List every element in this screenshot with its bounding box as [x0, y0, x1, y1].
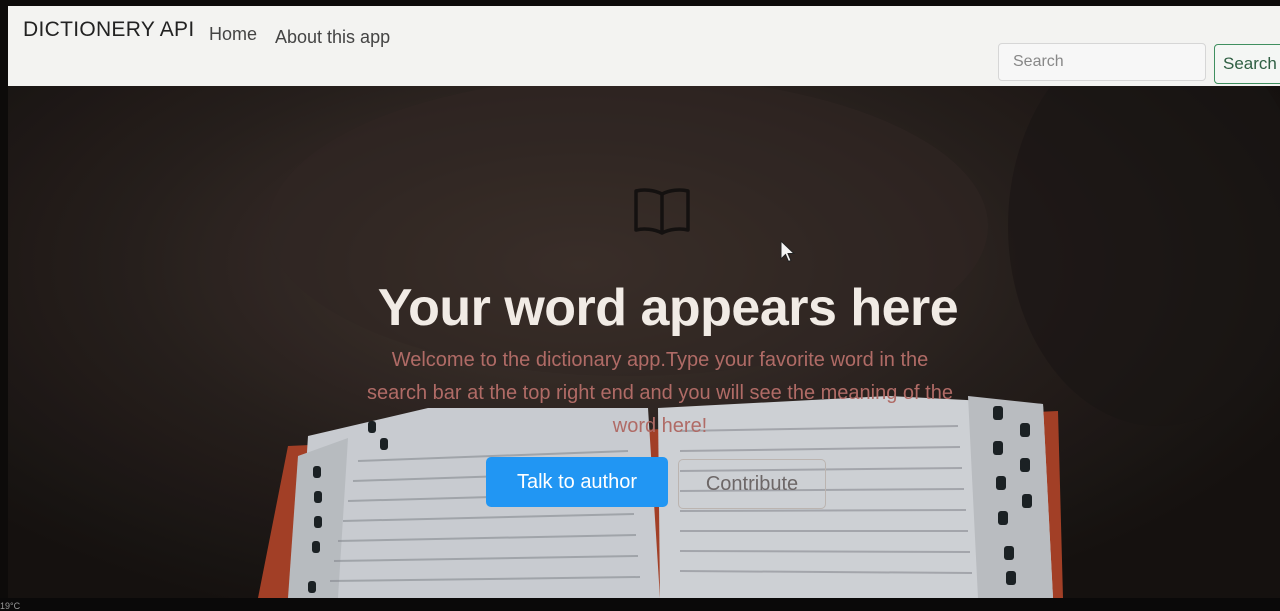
open-book-background	[8, 86, 1280, 598]
screen-bezel	[0, 598, 1280, 611]
book-open-icon	[634, 188, 690, 235]
mouse-cursor-icon	[780, 240, 796, 263]
talk-to-author-button[interactable]: Talk to author	[486, 457, 668, 507]
browser-viewport: DICTIONERY API Home About this app Searc…	[8, 6, 1280, 598]
navbar: DICTIONERY API Home About this app Searc…	[8, 6, 1280, 87]
search-button[interactable]: Search	[1214, 44, 1280, 84]
search-input[interactable]	[998, 43, 1206, 81]
brand-logo[interactable]: DICTIONERY API	[23, 18, 194, 42]
nav-link-about[interactable]: About this app	[275, 27, 390, 48]
hero-title: Your word appears here	[377, 279, 959, 337]
taskbar-temperature: 19°C	[0, 601, 21, 611]
contribute-button[interactable]: Contribute	[678, 459, 826, 509]
nav-link-home[interactable]: Home	[209, 24, 257, 45]
hero-section: Your word appears here Welcome to the di…	[8, 86, 1280, 598]
hero-subtitle: Welcome to the dictionary app.Type your …	[367, 349, 953, 437]
